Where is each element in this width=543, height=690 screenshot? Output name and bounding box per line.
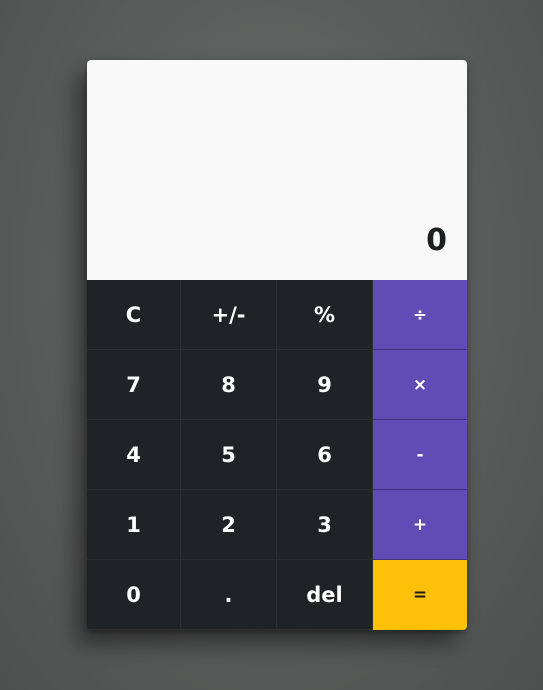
equals-button[interactable]: =: [373, 560, 467, 630]
delete-button[interactable]: del: [277, 560, 373, 630]
display-value: 0: [426, 223, 447, 258]
digit-0-button[interactable]: 0: [87, 560, 181, 630]
clear-button[interactable]: C: [87, 280, 181, 350]
negate-button[interactable]: +/-: [181, 280, 277, 350]
multiply-button[interactable]: ×: [373, 350, 467, 420]
divide-button[interactable]: ÷: [373, 280, 467, 350]
digit-7-button[interactable]: 7: [87, 350, 181, 420]
percent-button[interactable]: %: [277, 280, 373, 350]
digit-5-button[interactable]: 5: [181, 420, 277, 490]
digit-6-button[interactable]: 6: [277, 420, 373, 490]
digit-9-button[interactable]: 9: [277, 350, 373, 420]
digit-1-button[interactable]: 1: [87, 490, 181, 560]
digit-8-button[interactable]: 8: [181, 350, 277, 420]
digit-2-button[interactable]: 2: [181, 490, 277, 560]
calculator-display: 0: [87, 60, 467, 280]
digit-4-button[interactable]: 4: [87, 420, 181, 490]
calculator: 0 C +/- % ÷ 7 8 9 × 4 5 6 - 1 2 3 + 0 . …: [87, 60, 467, 630]
digit-3-button[interactable]: 3: [277, 490, 373, 560]
add-button[interactable]: +: [373, 490, 467, 560]
decimal-button[interactable]: .: [181, 560, 277, 630]
subtract-button[interactable]: -: [373, 420, 467, 490]
keypad: C +/- % ÷ 7 8 9 × 4 5 6 - 1 2 3 + 0 . de…: [87, 280, 467, 630]
